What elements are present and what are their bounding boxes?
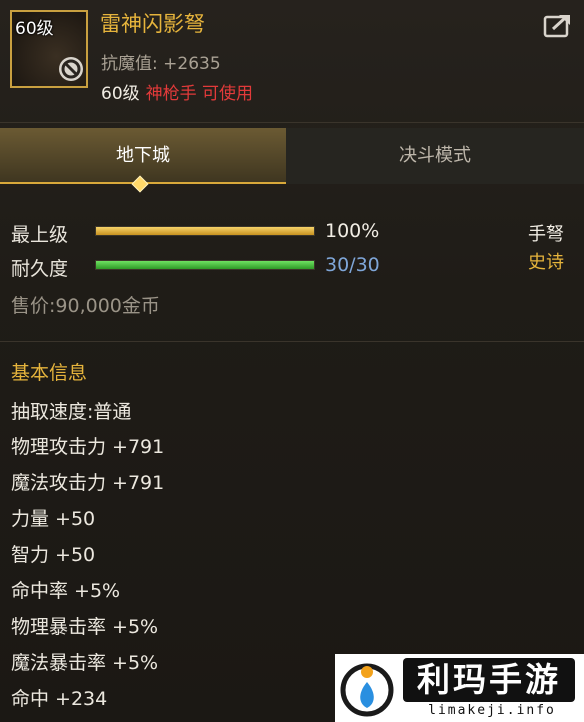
header-divider: [0, 122, 584, 123]
item-tooltip-panel: 60级 雷神闪影弩 抗魔值: +2635 60级 神枪手 可使用 地下城 决斗模式…: [0, 0, 584, 722]
grade-value: 100%: [325, 220, 380, 242]
magic-resist-value: +2635: [163, 54, 221, 74]
basic-info-title: 基本信息: [11, 362, 88, 384]
attribute-row: 物理攻击力 +791: [11, 436, 165, 458]
item-name: 雷神闪影弩: [100, 12, 205, 36]
attribute-row: 魔法暴击率 +5%: [11, 652, 159, 674]
grade-label: 最上级: [11, 224, 69, 246]
attribute-row: 抽取速度:普通: [11, 401, 132, 423]
tab-dungeon[interactable]: 地下城: [0, 128, 286, 184]
section-divider: [0, 341, 584, 342]
weapon-type: 手弩: [528, 224, 564, 245]
durability-bar-fill: [96, 261, 314, 269]
requirement-job: 神枪手 可使用: [145, 84, 254, 104]
magic-resist: 抗魔值: +2635: [101, 49, 221, 74]
attribute-row: 物理暴击率 +5%: [11, 616, 159, 638]
durability-label: 耐久度: [11, 258, 69, 280]
forbidden-icon: [59, 57, 83, 81]
magic-resist-label: 抗魔值:: [101, 54, 158, 74]
attribute-row: 力量 +50: [11, 508, 96, 530]
watermark: 利玛手游 limakeji.info: [335, 654, 584, 722]
rarity: 史诗: [528, 252, 564, 273]
share-icon[interactable]: [543, 12, 573, 38]
requirement: 60级 神枪手 可使用: [101, 79, 253, 104]
requirement-level: 60级: [101, 84, 140, 104]
attribute-row: 命中 +234: [11, 688, 108, 710]
sell-price: 售价:90,000金币: [11, 295, 160, 317]
watermark-brand: 利玛手游: [403, 658, 575, 702]
watermark-logo: [340, 663, 394, 717]
attribute-row: 魔法攻击力 +791: [11, 472, 165, 494]
grade-bar-fill: [96, 227, 314, 235]
attribute-row: 智力 +50: [11, 544, 96, 566]
durability-bar: [95, 260, 315, 270]
mode-tabs: 地下城 决斗模式: [0, 128, 584, 184]
item-icon[interactable]: 60级: [10, 10, 88, 88]
grade-bar: [95, 226, 315, 236]
watermark-url: limakeji.info: [428, 703, 556, 718]
durability-value: 30/30: [325, 254, 380, 276]
attribute-row: 命中率 +5%: [11, 580, 121, 602]
item-level-badge: 60级: [15, 19, 54, 39]
tab-pvp[interactable]: 决斗模式: [286, 128, 584, 184]
